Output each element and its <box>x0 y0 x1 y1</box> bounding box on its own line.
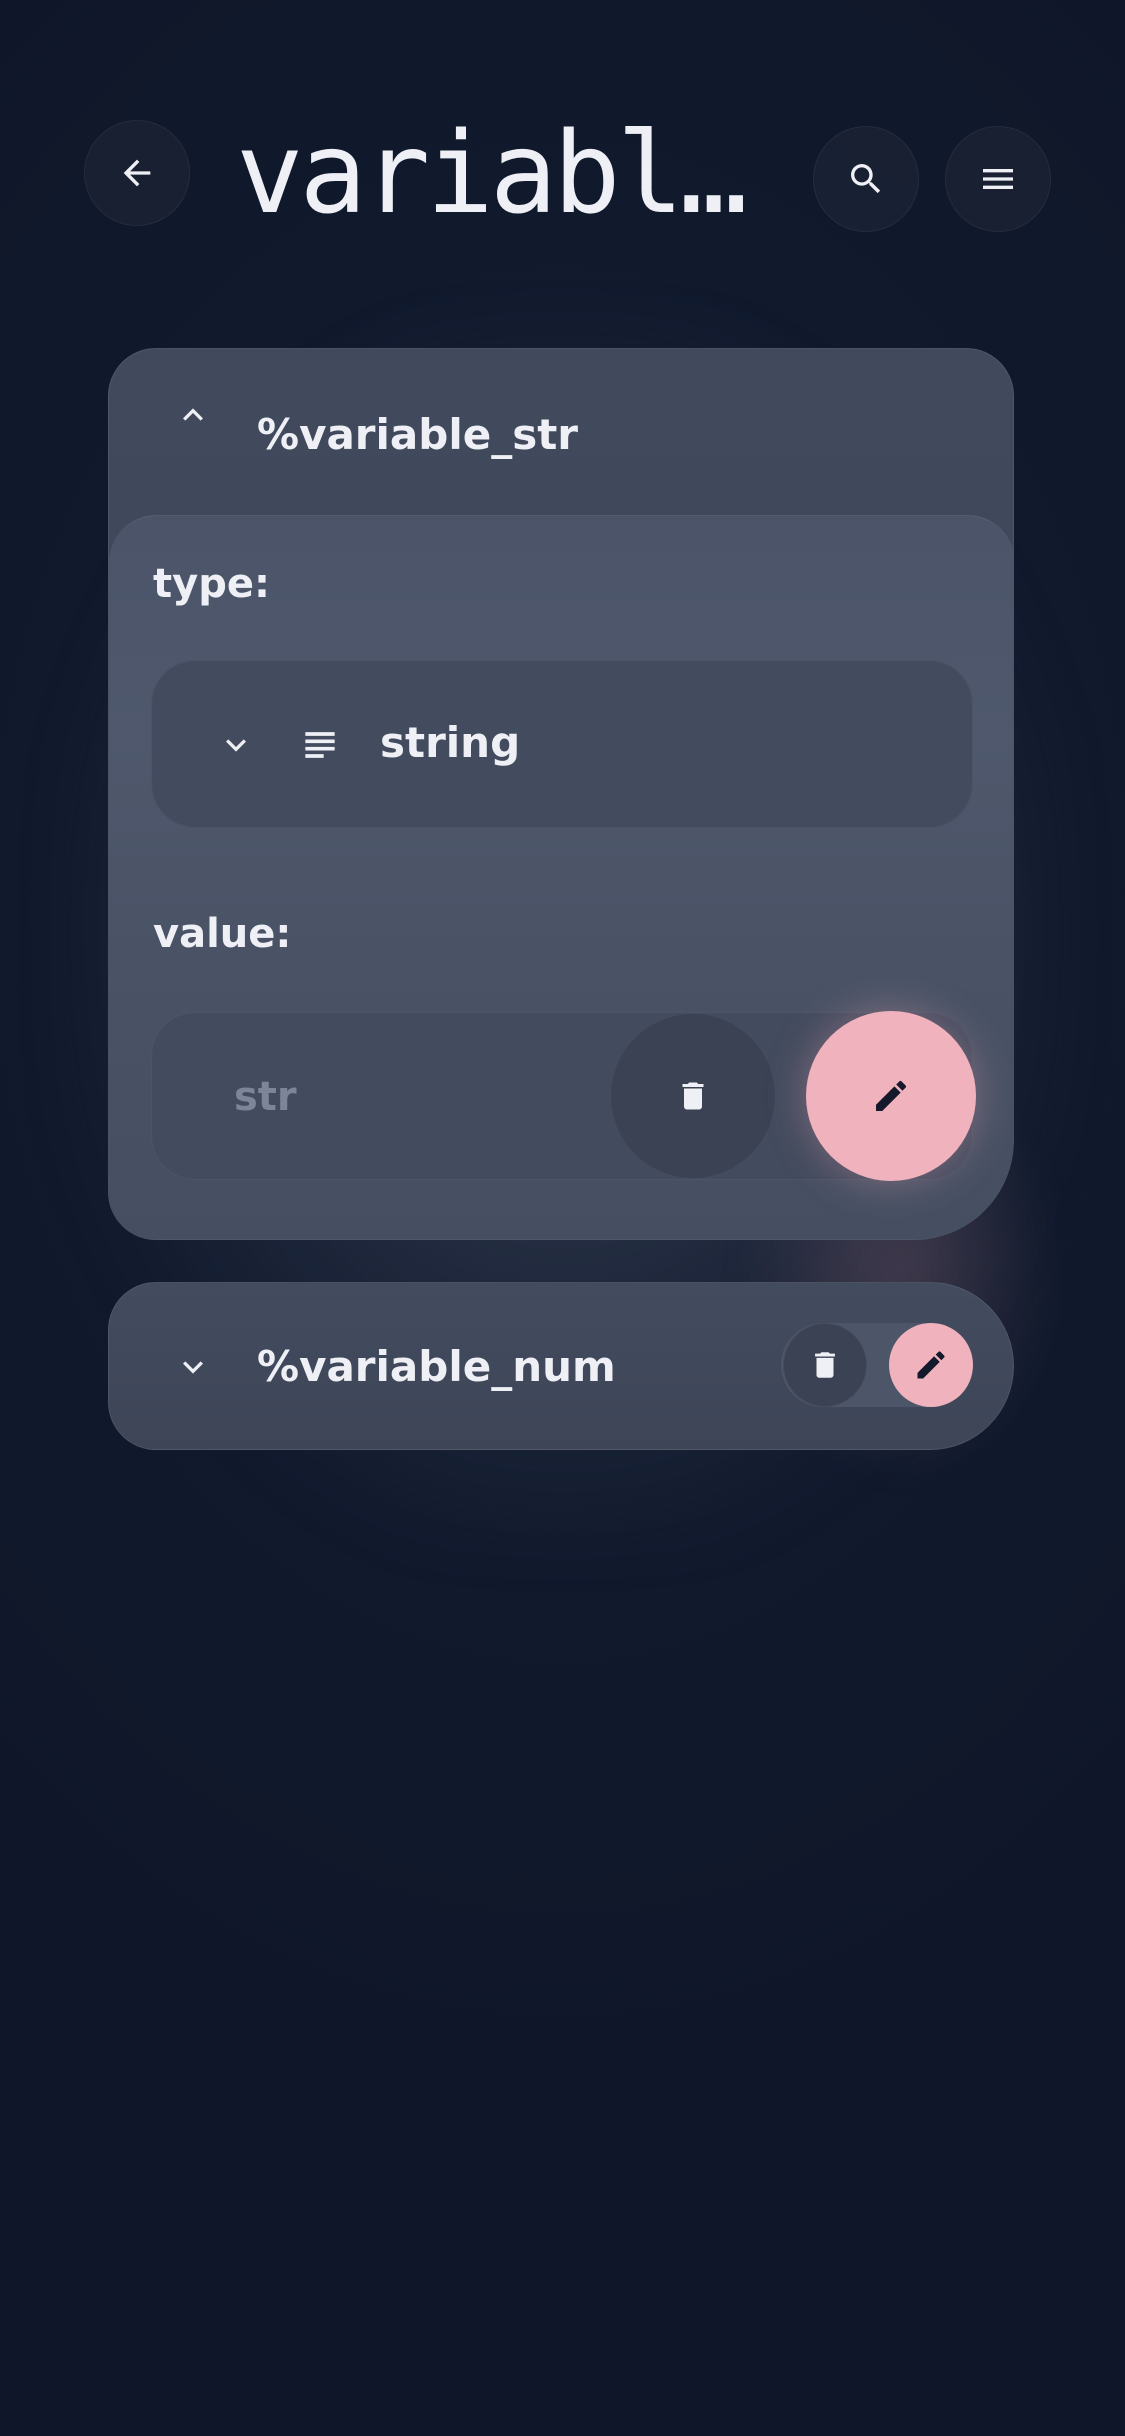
page-title: variabl… <box>236 109 747 239</box>
type-dropdown[interactable]: string <box>151 660 973 828</box>
back-button[interactable] <box>84 120 190 226</box>
variable-name: %variable_num <box>257 1342 616 1391</box>
delete-variable-button[interactable] <box>783 1323 867 1407</box>
edit-value-button[interactable] <box>806 1011 976 1181</box>
chevron-up-icon[interactable] <box>173 395 213 435</box>
chevron-down-icon[interactable] <box>173 1347 213 1387</box>
pencil-icon <box>917 1351 945 1379</box>
value-input[interactable]: str <box>234 1069 297 1125</box>
delete-value-button[interactable] <box>610 1013 776 1179</box>
hamburger-menu-icon <box>983 169 1013 189</box>
chevron-down-icon <box>226 739 246 752</box>
trash-icon <box>682 1082 704 1110</box>
search-button[interactable] <box>813 126 919 232</box>
arrow-left-icon <box>123 159 151 187</box>
type-label: type: <box>153 561 270 607</box>
variable-card-num[interactable]: %variable_num <box>108 1282 1014 1450</box>
trash-icon <box>815 1352 835 1378</box>
variable-name: %variable_str <box>257 410 578 459</box>
value-label: value: <box>153 911 292 957</box>
variable-card-str: %variable_str type: string value: str <box>108 348 1014 1240</box>
variables-screen: variabl… %variable_str type: string valu… <box>0 0 1125 2436</box>
variable-details: type: string value: str <box>109 515 1013 1239</box>
variable-header-str[interactable]: %variable_str <box>109 349 1013 515</box>
edit-variable-button[interactable] <box>889 1323 973 1407</box>
value-field: str <box>151 1011 976 1181</box>
pencil-icon <box>876 1080 907 1111</box>
menu-button[interactable] <box>945 126 1051 232</box>
search-icon <box>851 164 881 194</box>
type-value: string <box>380 718 521 767</box>
text-lines-icon <box>305 732 335 758</box>
